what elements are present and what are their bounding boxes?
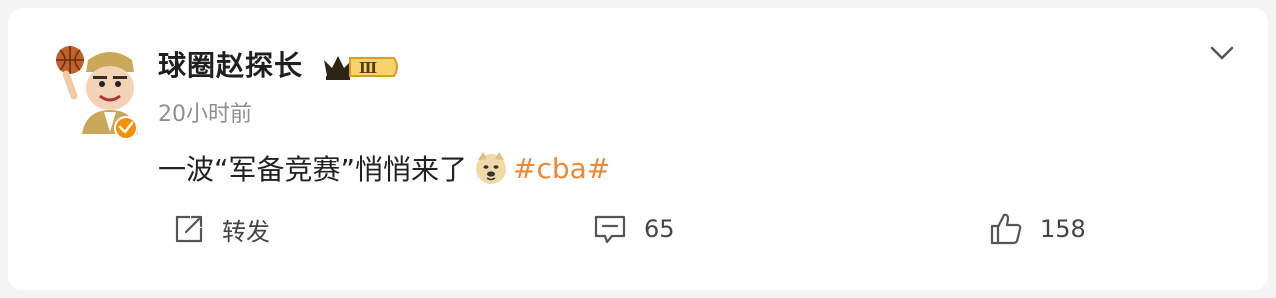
- comment-button[interactable]: 65: [592, 204, 675, 254]
- vip-level-text: Ⅲ: [359, 59, 377, 77]
- post-action-bar: 转发 65 158: [8, 204, 1268, 254]
- post-text: 一波“军备竞赛”悄悄来了: [158, 153, 468, 186]
- vip-crown-badge-icon[interactable]: Ⅲ: [322, 52, 402, 82]
- username[interactable]: 球圈赵探长: [158, 44, 303, 84]
- more-options-button[interactable]: [1204, 38, 1240, 68]
- comment-count: 65: [644, 215, 675, 243]
- repost-button[interactable]: 转发: [172, 204, 270, 254]
- post-timestamp[interactable]: 20小时前: [158, 96, 252, 128]
- chevron-down-icon: [1210, 46, 1234, 60]
- user-avatar[interactable]: [48, 38, 144, 142]
- comment-icon: [594, 215, 626, 244]
- thumbs-up-icon: [990, 213, 1022, 245]
- hashtag-link[interactable]: #cba#: [513, 152, 610, 185]
- like-count: 158: [1040, 215, 1086, 243]
- doge-emoji-icon: [473, 150, 509, 186]
- like-button[interactable]: 158: [988, 204, 1086, 254]
- repost-label: 转发: [222, 217, 270, 246]
- repost-icon: [175, 215, 203, 243]
- post-content: 一波“军备竞赛”悄悄来了 #cba#: [158, 148, 610, 188]
- weibo-post-card: 球圈赵探长 Ⅲ 20小时前 一波“军备竞赛”悄悄来了 #cba# 转发 65 1…: [8, 8, 1268, 290]
